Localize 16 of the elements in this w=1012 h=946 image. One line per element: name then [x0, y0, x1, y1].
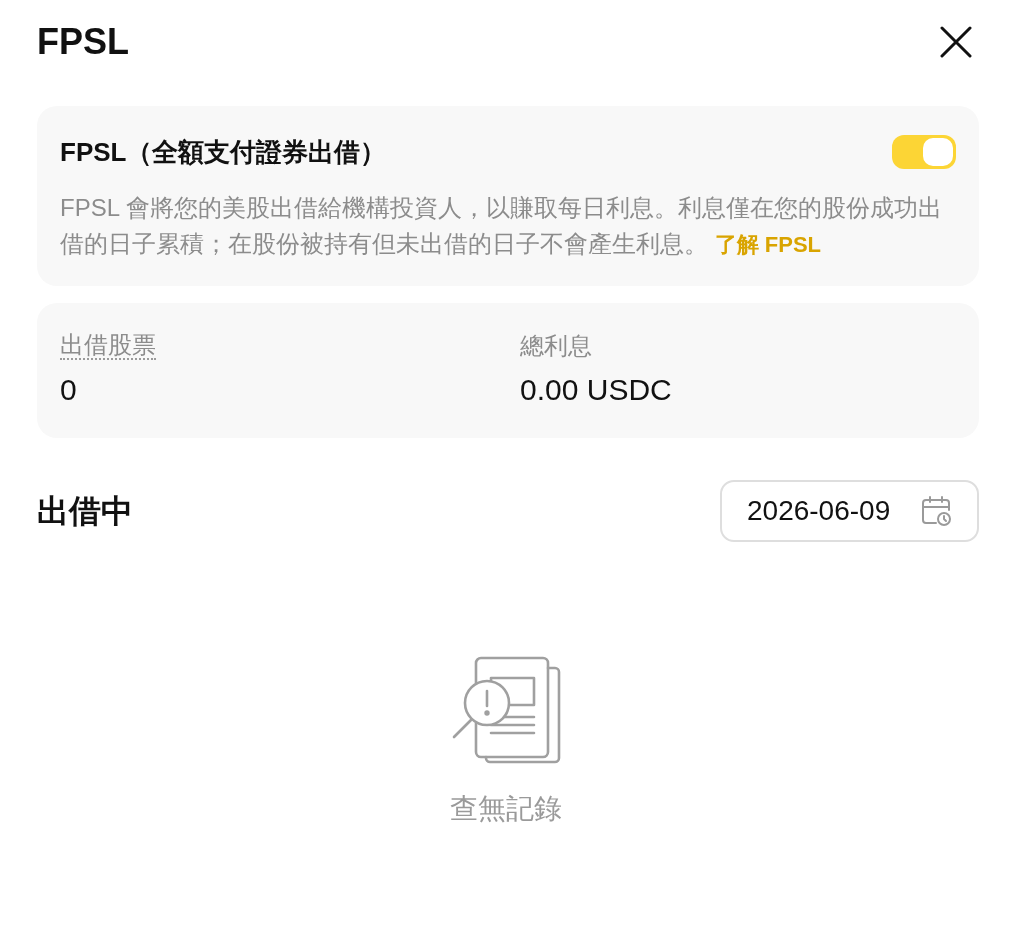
close-button[interactable] [940, 26, 972, 58]
feature-title: FPSL（全額支付證券出借） [60, 136, 387, 169]
calendar-clock-icon [922, 496, 952, 526]
stat-label: 總利息 [520, 332, 592, 360]
section-title: 出借中 [37, 492, 133, 531]
stat-value: 0.00 USDC [520, 372, 672, 408]
stat-value: 0 [60, 372, 77, 408]
close-icon [940, 26, 972, 58]
learn-more-link[interactable]: 了解 FPSL [714, 232, 821, 257]
toggle-switch[interactable] [892, 135, 956, 169]
empty-message: 查無記錄 [450, 792, 562, 826]
page-title: FPSL [37, 20, 129, 64]
description-text: FPSL 會將您的美股出借給機構投資人，以賺取每日利息。利息僅在您的股份成功出借的日子累積；在股份被持有但未出借的日子不會產生利息。 了解 FPSL [60, 193, 943, 259]
stat-label[interactable]: 出借股票 [60, 332, 156, 360]
date-picker[interactable]: 2026-06-09 [720, 480, 979, 542]
no-records-icon [451, 656, 561, 764]
